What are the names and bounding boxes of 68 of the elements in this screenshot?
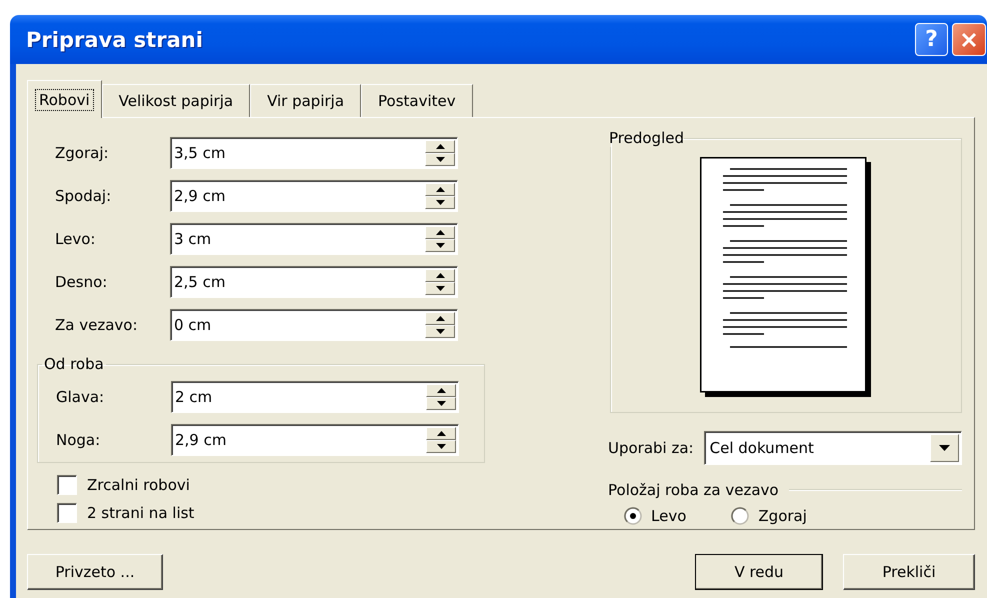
radio-button[interactable] [624,507,642,525]
checkbox-label: 2 strani na list [87,504,194,522]
dialog-button[interactable]: Privzeto ... [27,554,163,590]
spin-field[interactable]: 2 cm [171,381,459,413]
field-label: Noga: [56,431,102,449]
checkbox-label: Zrcalni robovi [87,476,190,494]
spin-down-button[interactable] [425,196,455,209]
dialog-button[interactable]: V redu [695,554,823,590]
up-arrow-icon [436,187,444,192]
spin-up-button[interactable] [425,312,455,325]
group-label: Od roba [43,355,105,373]
dropdown-field[interactable]: Cel dokument [704,431,962,465]
spin-down-button[interactable] [425,282,455,295]
down-arrow-icon [436,200,444,205]
spin-down-button[interactable] [425,239,455,252]
spin-field[interactable]: 2,9 cm [170,180,458,212]
spin-up-button[interactable] [426,427,456,440]
help-button[interactable]: ? [915,23,948,56]
field-label: Uporabi za: [608,439,694,457]
field-label: Za vezavo: [55,316,139,334]
up-arrow-icon [436,273,444,278]
field-label: Spodaj: [55,187,112,205]
dropdown-button[interactable] [930,434,959,462]
spin-up-button[interactable] [425,269,455,282]
up-arrow-icon [436,230,444,235]
spin-field[interactable]: 3 cm [170,223,458,255]
spin-field[interactable]: 2,9 cm [171,424,459,456]
radio-label: Zgoraj [758,507,807,525]
up-arrow-icon [436,431,446,436]
group-label: Predogled [609,129,684,147]
down-arrow-icon [436,157,444,162]
spin-up-button[interactable] [425,183,455,196]
tab[interactable]: Vir papirja [250,84,362,117]
caret-icon [939,445,950,451]
field-label: Levo: [55,230,96,248]
radio-label: Levo [651,507,686,525]
spin-down-button[interactable] [425,153,455,166]
field-label: Glava: [56,388,106,406]
spin-field[interactable]: 2,5 cm [170,266,458,298]
spin-up-button[interactable] [425,226,455,239]
tab[interactable]: Postavitev [361,84,473,117]
down-arrow-icon [436,243,444,248]
tab[interactable]: Robovi [27,80,102,118]
up-arrow-icon [436,388,446,393]
checkbox[interactable] [57,475,77,495]
checkbox[interactable] [57,503,77,523]
spin-field[interactable]: 0 cm [170,309,458,341]
section-label: Položaj roba za vezavo [608,481,779,499]
spin-field[interactable]: 3,5 cm [170,137,458,169]
window-title: Priprava strani [26,28,204,52]
down-arrow-icon [436,286,444,291]
field-label: Zgoraj: [55,144,110,162]
up-arrow-icon [436,144,444,149]
dialog-button[interactable]: Prekliči [843,554,975,590]
close-icon [960,30,978,48]
spin-down-button[interactable] [425,325,455,338]
down-arrow-icon [436,329,444,334]
spin-up-button[interactable] [426,384,456,397]
close-button[interactable] [952,23,986,56]
up-arrow-icon [436,316,444,321]
field-label: Desno: [55,273,108,291]
spin-up-button[interactable] [425,140,455,153]
tab[interactable]: Velikost papirja [102,84,250,117]
radio-button[interactable] [731,507,750,525]
down-arrow-icon [436,401,446,406]
down-arrow-icon [436,444,446,449]
spin-down-button[interactable] [426,440,456,453]
spin-down-button[interactable] [426,397,456,410]
